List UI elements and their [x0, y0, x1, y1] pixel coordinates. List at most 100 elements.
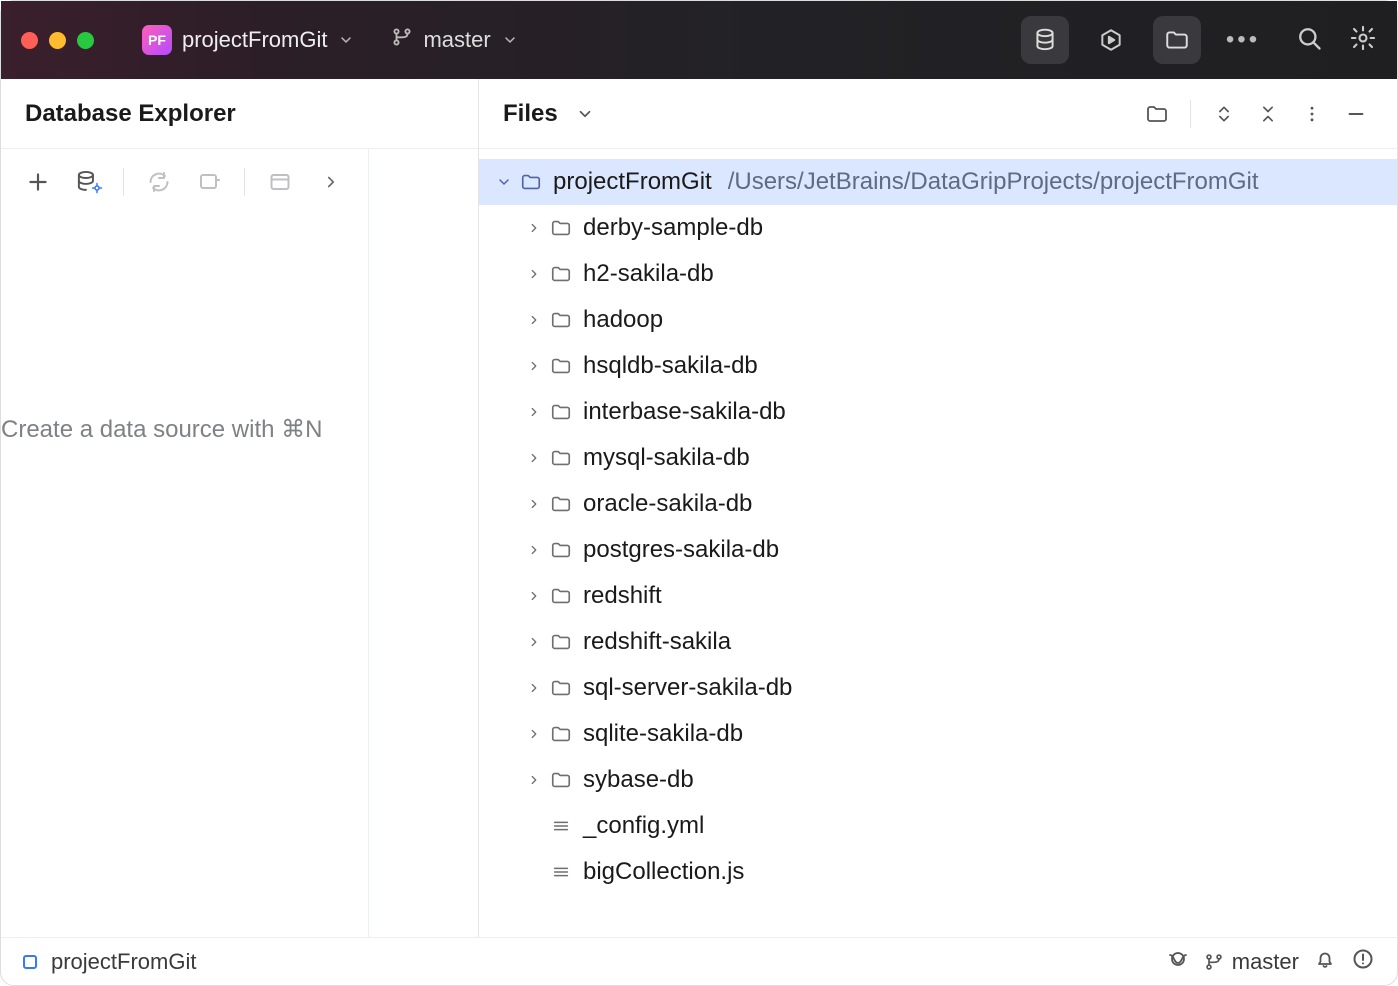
tree-folder[interactable]: redshift — [479, 573, 1397, 619]
status-branch-name: master — [1232, 949, 1299, 975]
status-project[interactable]: projectFromGit — [51, 949, 196, 975]
tree-folder[interactable]: sybase-db — [479, 757, 1397, 803]
chevron-right-icon[interactable] — [521, 543, 547, 557]
view-mode-button[interactable] — [265, 167, 295, 197]
files-panel: Files — [479, 79, 1397, 937]
settings-button[interactable] — [1349, 24, 1377, 57]
chevron-right-icon[interactable] — [521, 221, 547, 235]
search-button[interactable] — [1295, 24, 1323, 57]
tree-folder[interactable]: hadoop — [479, 297, 1397, 343]
expand-all-button[interactable] — [1207, 97, 1241, 131]
panel-options-button[interactable] — [1295, 97, 1329, 131]
chevron-down-icon — [501, 31, 519, 49]
minimize-window-button[interactable] — [49, 32, 66, 49]
create-datasource-hint: Create a data source with ⌘N — [1, 415, 368, 444]
tree-root-name: projectFromGit — [553, 168, 712, 196]
collapse-all-button[interactable] — [1251, 97, 1285, 131]
hide-panel-button[interactable] — [1339, 97, 1373, 131]
chevron-right-icon[interactable] — [521, 635, 547, 649]
problems-button[interactable] — [1351, 947, 1375, 977]
db-toolbar — [1, 149, 368, 215]
git-branch-icon — [391, 26, 413, 54]
chevron-right-icon[interactable] — [521, 359, 547, 373]
status-branch-widget[interactable]: master — [1204, 949, 1299, 975]
folder-icon — [547, 309, 575, 331]
chevron-right-icon[interactable] — [521, 313, 547, 327]
database-explorer: Create a data source with ⌘N — [1, 149, 369, 937]
branch-name: master — [423, 27, 490, 53]
project-badge-icon: PF — [142, 25, 172, 55]
run-tool-button[interactable] — [1087, 16, 1135, 64]
more-dots-icon: ••• — [1226, 26, 1260, 54]
project-selector[interactable]: PF projectFromGit — [134, 19, 363, 61]
folder-icon — [547, 355, 575, 377]
chevron-right-icon[interactable] — [521, 405, 547, 419]
tree-folder[interactable]: redshift-sakila — [479, 619, 1397, 665]
more-actions-button[interactable]: ••• — [1219, 16, 1267, 64]
folder-icon — [547, 769, 575, 791]
chevron-right-icon[interactable] — [521, 497, 547, 511]
left-panel-title: Database Explorer — [25, 100, 236, 128]
folder-icon — [547, 447, 575, 469]
tree-file[interactable]: bigCollection.js — [479, 849, 1397, 895]
chevron-right-icon[interactable] — [521, 773, 547, 787]
left-panel-header: Database Explorer — [1, 79, 478, 149]
folder-icon — [517, 171, 545, 193]
tree-file-label: _config.yml — [583, 812, 704, 840]
chevron-down-icon[interactable] — [568, 97, 602, 131]
left-gutter — [369, 149, 478, 937]
tree-folder-label: redshift-sakila — [583, 628, 731, 656]
chevron-down-icon[interactable] — [491, 174, 517, 190]
tree-folder-label: redshift — [583, 582, 662, 610]
folder-icon — [547, 217, 575, 239]
tree-folder[interactable]: h2-sakila-db — [479, 251, 1397, 297]
tree-folder[interactable]: mysql-sakila-db — [479, 435, 1397, 481]
select-opened-file-button[interactable] — [1140, 97, 1174, 131]
folder-icon — [547, 263, 575, 285]
tree-folder-label: sybase-db — [583, 766, 694, 794]
chevron-right-icon[interactable] — [521, 589, 547, 603]
chevron-right-icon[interactable] — [521, 727, 547, 741]
maximize-window-button[interactable] — [77, 32, 94, 49]
tree-folder-label: mysql-sakila-db — [583, 444, 750, 472]
expand-button[interactable] — [316, 167, 346, 197]
folder-icon — [547, 723, 575, 745]
tree-file-label: bigCollection.js — [583, 858, 744, 886]
refresh-button[interactable] — [144, 167, 174, 197]
stop-button[interactable] — [194, 167, 224, 197]
tree-folder-label: oracle-sakila-db — [583, 490, 752, 518]
folder-icon — [547, 585, 575, 607]
tree-folder-label: interbase-sakila-db — [583, 398, 786, 426]
tree-folder-label: hadoop — [583, 306, 663, 334]
datasource-properties-button[interactable] — [73, 167, 103, 197]
notifications-button[interactable] — [1313, 947, 1337, 977]
files-tree[interactable]: projectFromGit /Users/JetBrains/DataGrip… — [479, 149, 1397, 937]
folder-icon — [547, 539, 575, 561]
project-name: projectFromGit — [182, 27, 327, 53]
chevron-right-icon[interactable] — [521, 267, 547, 281]
tree-folder[interactable]: derby-sample-db — [479, 205, 1397, 251]
folder-icon — [547, 493, 575, 515]
folder-icon — [547, 631, 575, 653]
close-window-button[interactable] — [21, 32, 38, 49]
tree-folder-label: sqlite-sakila-db — [583, 720, 743, 748]
tree-folder-label: postgres-sakila-db — [583, 536, 779, 564]
tree-folder[interactable]: postgres-sakila-db — [479, 527, 1397, 573]
files-panel-title: Files — [503, 100, 558, 128]
add-datasource-button[interactable] — [23, 167, 53, 197]
files-tool-button[interactable] — [1153, 16, 1201, 64]
branch-selector[interactable]: master — [381, 20, 528, 60]
tree-file[interactable]: _config.yml — [479, 803, 1397, 849]
tree-folder[interactable]: sqlite-sakila-db — [479, 711, 1397, 757]
database-tool-button[interactable] — [1021, 16, 1069, 64]
vcs-widget-icon[interactable] — [1166, 947, 1190, 977]
tree-folder[interactable]: sql-server-sakila-db — [479, 665, 1397, 711]
chevron-right-icon[interactable] — [521, 681, 547, 695]
chevron-right-icon[interactable] — [521, 451, 547, 465]
file-icon — [547, 861, 575, 883]
tree-root[interactable]: projectFromGit /Users/JetBrains/DataGrip… — [479, 159, 1397, 205]
tree-folder[interactable]: interbase-sakila-db — [479, 389, 1397, 435]
tree-root-path: /Users/JetBrains/DataGripProjects/projec… — [728, 168, 1259, 196]
tree-folder[interactable]: hsqldb-sakila-db — [479, 343, 1397, 389]
tree-folder[interactable]: oracle-sakila-db — [479, 481, 1397, 527]
